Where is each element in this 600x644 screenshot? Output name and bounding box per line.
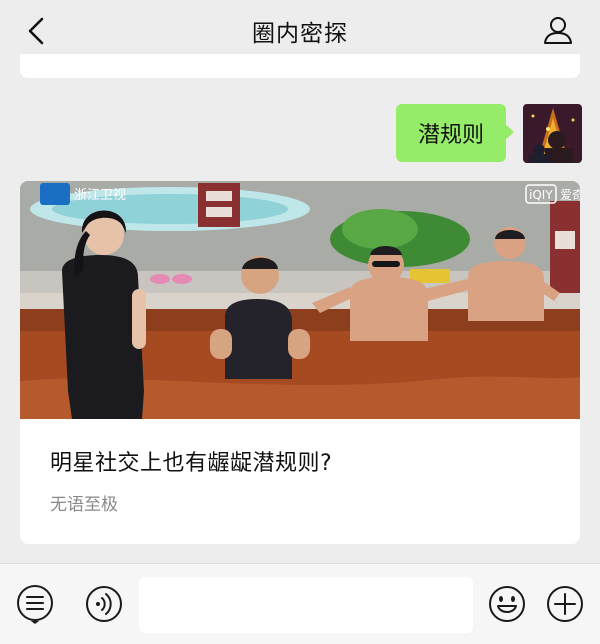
previous-card-edge[interactable] <box>20 54 580 78</box>
person-icon[interactable] <box>542 14 574 46</box>
article-card[interactable]: 浙江卫视 iQIY 爱奇艺 明星社交上也有龌龊潜规则? 无语至极 <box>20 181 580 544</box>
platform-watermark: 爱奇艺 <box>560 188 580 202</box>
plus-icon[interactable] <box>545 584 585 624</box>
avatar[interactable] <box>523 104 582 163</box>
page-title: 圈内密探 <box>252 21 348 47</box>
message-text: 潜规则 <box>417 123 484 148</box>
article-source: 无语至极 <box>50 495 118 515</box>
avatar-image <box>523 104 582 163</box>
broadcaster-watermark: 浙江卫视 <box>74 188 126 203</box>
svg-text:iQIY: iQIY <box>529 188 553 202</box>
message-input[interactable] <box>139 577 473 633</box>
bubble-tail <box>505 124 514 140</box>
article-thumbnail: 浙江卫视 iQIY 爱奇艺 <box>20 181 580 419</box>
service-menu-icon[interactable] <box>15 584 55 624</box>
article-headline: 明星社交上也有龌龊潜规则? <box>50 451 333 476</box>
voice-icon[interactable] <box>84 584 124 624</box>
input-toolbar <box>0 563 600 644</box>
message-bubble[interactable]: 潜规则 <box>396 104 506 162</box>
emoji-icon[interactable] <box>487 584 527 624</box>
